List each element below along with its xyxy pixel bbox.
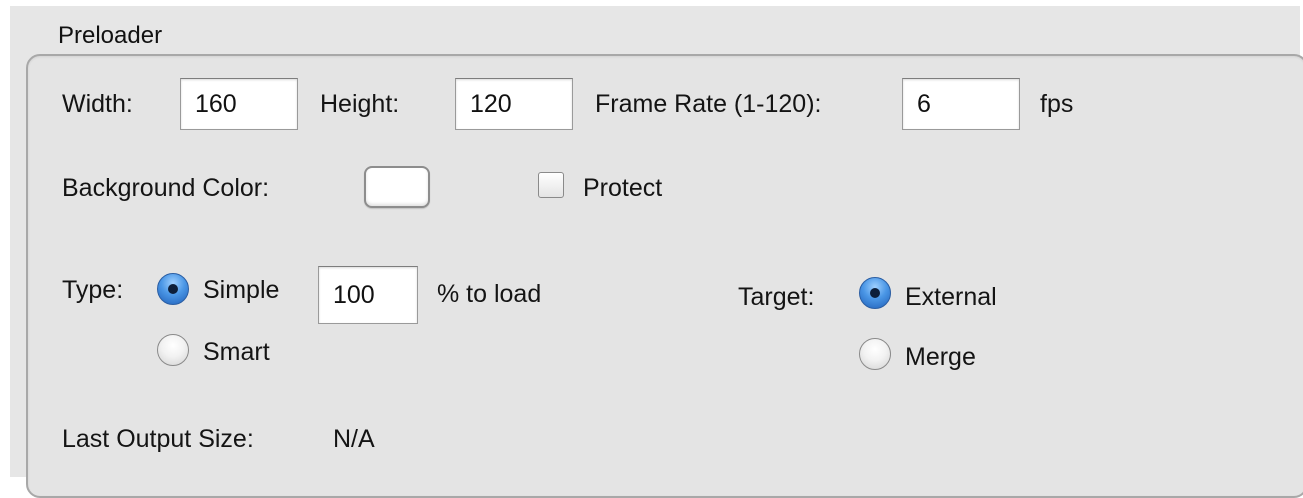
radio-selected-dot [168,284,178,294]
protect-label: Protect [583,174,663,202]
type-simple-radio[interactable] [157,273,189,305]
preloader-panel: Preloader [10,6,1303,498]
last-output-size-value: N/A [333,425,375,453]
width-label: Width: [62,90,133,118]
target-merge-label: Merge [905,343,976,371]
type-smart-radio[interactable] [157,334,189,366]
frame-rate-input[interactable] [902,78,1020,130]
radio-selected-dot [870,288,880,298]
type-label: Type: [62,276,124,304]
height-input[interactable] [455,78,573,130]
height-label: Height: [320,90,400,118]
background-color-well[interactable] [364,166,430,208]
frame-rate-label: Frame Rate (1-120): [595,90,822,118]
target-external-label: External [905,283,997,311]
last-output-size-label: Last Output Size: [62,425,254,453]
width-input[interactable] [180,78,298,130]
percent-to-load-label: % to load [437,280,542,308]
protect-checkbox[interactable] [538,172,564,198]
group-title: Preloader [58,22,163,49]
target-merge-radio[interactable] [859,338,891,370]
type-simple-label: Simple [203,276,280,304]
type-smart-label: Smart [203,338,270,366]
target-external-radio[interactable] [859,277,891,309]
percent-to-load-input[interactable] [318,266,418,324]
fps-unit-label: fps [1040,90,1074,118]
target-label: Target: [738,283,815,311]
background-color-label: Background Color: [62,174,270,202]
